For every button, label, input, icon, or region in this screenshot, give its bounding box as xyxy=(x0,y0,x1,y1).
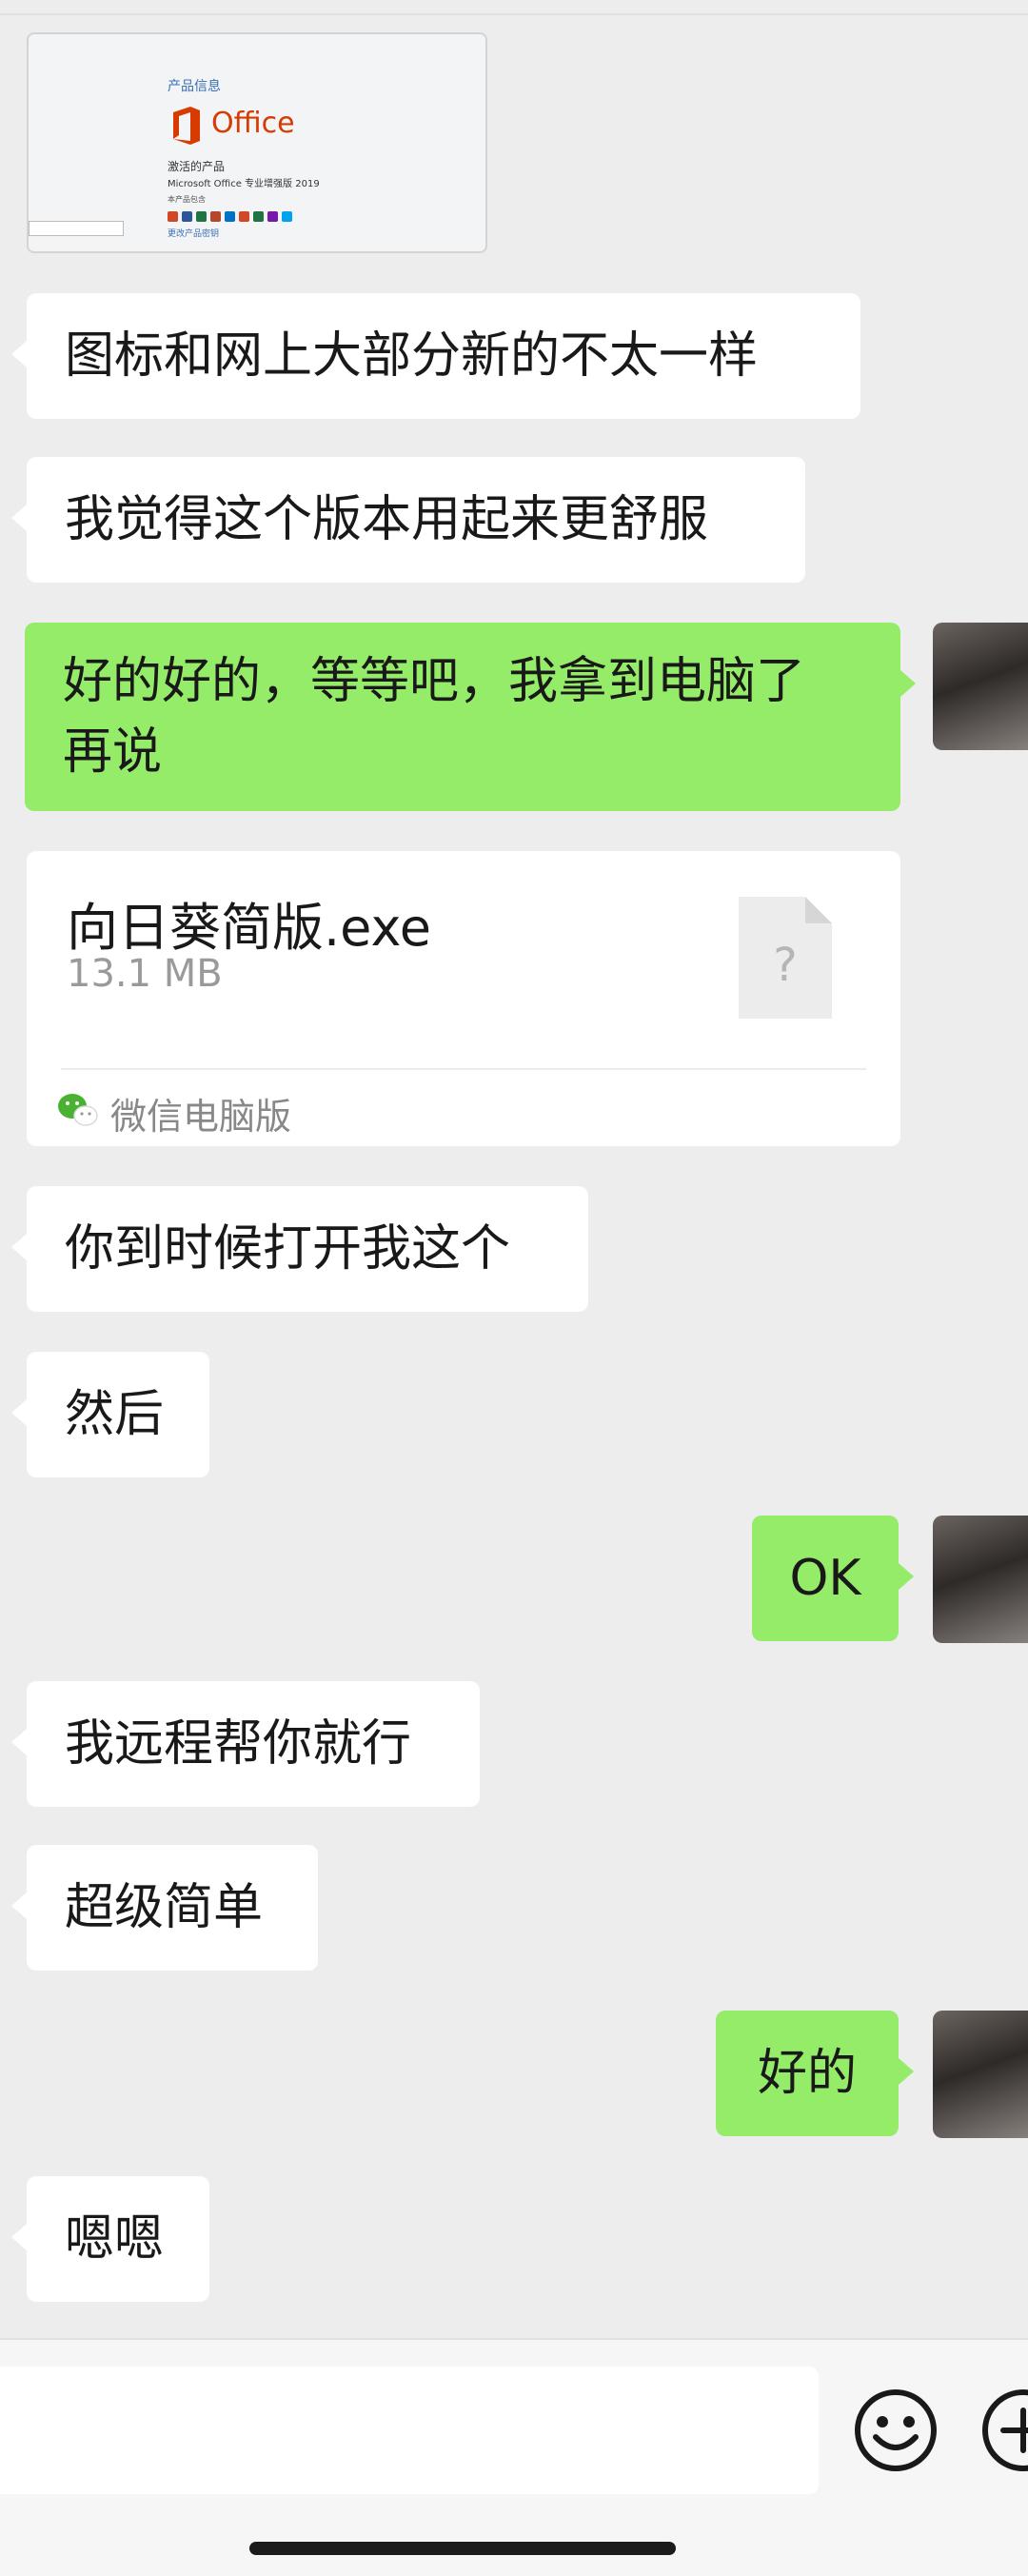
unknown-file-icon: ? xyxy=(739,897,832,1019)
incoming-message-bubble[interactable]: 我觉得这个版本用起来更舒服 xyxy=(27,457,805,583)
outgoing-message-bubble[interactable]: 好的 xyxy=(716,2011,899,2136)
file-source-label: 微信电脑版 xyxy=(110,1096,292,1138)
incoming-message-bubble[interactable]: 图标和网上大部分新的不太一样 xyxy=(27,293,860,419)
message-text: 嗯嗯 xyxy=(65,2210,165,2268)
file-name: 向日葵简版.exe xyxy=(67,898,431,958)
smiley-face-icon[interactable] xyxy=(853,2388,939,2473)
screenshot-status: 激活的产品 xyxy=(168,160,226,173)
bubble-tail xyxy=(11,1892,27,1919)
outgoing-message-bubble[interactable]: OK xyxy=(752,1516,899,1641)
bubble-tail xyxy=(899,1563,914,1590)
incoming-message-bubble[interactable]: 超级简单 xyxy=(27,1845,318,1971)
message-input[interactable] xyxy=(0,2367,819,2494)
screenshot-heading: 产品信息 xyxy=(168,79,221,94)
top-divider xyxy=(0,13,1028,15)
file-card-divider xyxy=(61,1068,866,1070)
bubble-tail xyxy=(11,1729,27,1755)
svg-text:?: ? xyxy=(773,939,797,992)
message-text: 然后 xyxy=(65,1386,165,1443)
message-text-line-1: 好的好的，等等吧，我拿到电脑了 xyxy=(63,653,806,710)
avatar[interactable] xyxy=(933,1516,1028,1643)
avatar[interactable] xyxy=(933,2011,1028,2138)
message-text: 图标和网上大部分新的不太一样 xyxy=(65,327,759,385)
screenshot-product: Microsoft Office 专业增强版 2019 xyxy=(168,179,320,189)
bubble-tail xyxy=(11,341,27,367)
incoming-message-bubble[interactable]: 我远程帮你就行 xyxy=(27,1681,480,1807)
message-text: 我远程帮你就行 xyxy=(65,1715,412,1773)
image-message-office-screenshot[interactable]: 产品信息 Office 激活的产品 Microsoft Office 专业增强版… xyxy=(27,32,487,253)
office-logo-text: Office xyxy=(211,107,295,140)
outgoing-message-bubble[interactable]: 好的好的，等等吧，我拿到电脑了 再说 xyxy=(25,623,900,811)
message-text: 好的 xyxy=(757,2045,857,2102)
incoming-message-bubble[interactable]: 你到时候打开我这个 xyxy=(27,1186,588,1312)
incoming-message-bubble[interactable]: 然后 xyxy=(27,1352,209,1477)
bubble-tail xyxy=(11,1399,27,1426)
plus-circle-icon[interactable] xyxy=(980,2388,1028,2473)
office-app-icons xyxy=(168,211,292,222)
bubble-tail xyxy=(11,505,27,531)
bubble-tail xyxy=(11,1234,27,1260)
message-text-line-2: 再说 xyxy=(63,723,163,781)
bubble-tail xyxy=(900,670,916,697)
bubble-tail xyxy=(11,2224,27,2250)
screenshot-link: 更改产品密钥 xyxy=(168,229,220,239)
message-text: 我觉得这个版本用起来更舒服 xyxy=(65,491,709,548)
incoming-message-bubble[interactable]: 嗯嗯 xyxy=(27,2176,209,2302)
file-message-card[interactable]: 向日葵简版.exe 13.1 MB ? 微信电脑版 xyxy=(27,851,900,1146)
avatar[interactable] xyxy=(933,623,1028,750)
bubble-tail xyxy=(899,2058,914,2085)
chat-input-bar xyxy=(0,2338,1028,2576)
home-indicator[interactable] xyxy=(249,2542,676,2555)
file-size: 13.1 MB xyxy=(67,952,223,996)
message-text: 你到时候打开我这个 xyxy=(65,1220,511,1278)
message-text: 超级简单 xyxy=(65,1879,264,1936)
chat-window: 产品信息 Office 激活的产品 Microsoft Office 专业增强版… xyxy=(0,0,1028,2576)
message-text: OK xyxy=(789,1550,861,1607)
office-logo-icon xyxy=(173,107,200,145)
screenshot-dropdown xyxy=(29,221,124,236)
wechat-logo-icon xyxy=(58,1094,98,1126)
screenshot-includes: 本产品包含 xyxy=(168,195,206,204)
